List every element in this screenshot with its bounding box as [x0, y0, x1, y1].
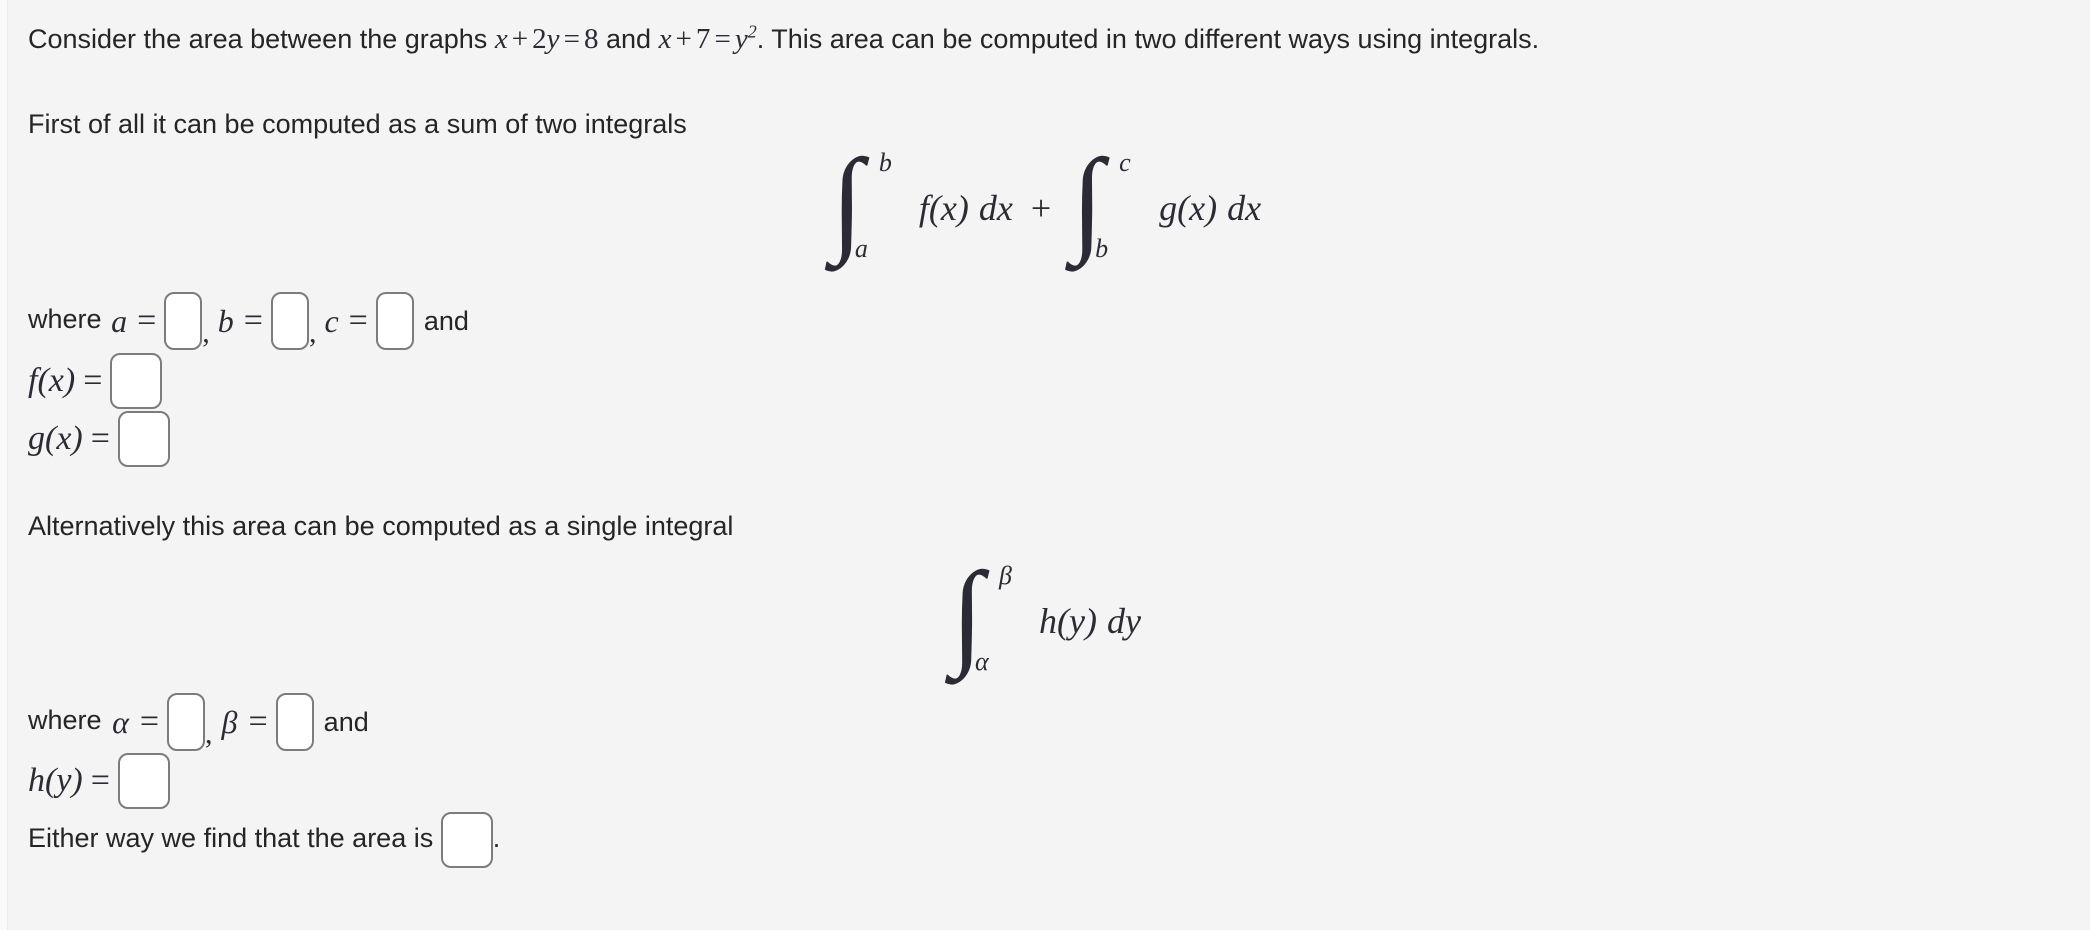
comma-1: , — [202, 316, 210, 349]
symbol-alpha: α — [112, 703, 129, 740]
and-label-2: and — [323, 706, 369, 737]
equals-alpha: = — [139, 703, 160, 740]
input-g-of-x[interactable] — [117, 411, 170, 467]
symbol-a: a — [111, 302, 128, 339]
h-of-y-label: h(y) — [28, 762, 83, 799]
g-of-x-label: g(x) — [28, 420, 83, 457]
input-h-of-y[interactable] — [117, 753, 170, 809]
equation-line1-second: x +7 = y2 — [658, 21, 757, 55]
equation-plus-operator: + — [1030, 188, 1052, 228]
first-method-equation: ∫ b a f(x) dx + ∫ c b g(x) dx — [0, 142, 2090, 270]
equals-g: = — [90, 420, 110, 457]
input-a[interactable] — [164, 292, 203, 350]
where-row-abc: where a =, b =, c = and — [28, 292, 469, 350]
input-b[interactable] — [270, 292, 309, 350]
integral-1: ∫ b a — [829, 142, 913, 270]
symbol-c: c — [324, 302, 339, 339]
integral-1-upper-limit: b — [878, 148, 892, 177]
where-label-2: where — [28, 705, 102, 736]
equals-b: = — [243, 302, 263, 339]
integral-1-integrand: f(x) dx — [918, 188, 1013, 228]
integral-3-integrand: h(y) dy — [1039, 601, 1141, 641]
conclusion-period: . — [492, 823, 501, 854]
where-row-alpha-beta: where α =, β = and — [28, 693, 369, 751]
equals-a: = — [137, 302, 157, 339]
problem-statement-part2: . This area can be computed in two diffe… — [756, 24, 1540, 54]
integral-2-lower-limit: b — [1095, 234, 1109, 263]
f-of-x-label: f(x) — [28, 362, 76, 399]
where-label: where — [28, 304, 102, 335]
input-area-answer[interactable] — [440, 812, 493, 868]
conclusion-text: Either way we find that the area is — [28, 823, 434, 854]
input-alpha[interactable] — [167, 693, 206, 751]
equals-c: = — [348, 302, 368, 339]
integral-3: ∫ β α — [949, 555, 1033, 683]
integral-3-upper-limit: β — [999, 561, 1012, 590]
comma-3: , — [205, 717, 213, 750]
g-of-x-row: g(x) = — [28, 411, 170, 467]
first-method-lead: First of all it can be computed as a sum… — [28, 109, 687, 139]
problem-statement-line: Consider the area between the graphs x +2… — [28, 22, 1539, 57]
equals-h: = — [90, 762, 110, 799]
integral-2-integrand: g(x) dx — [1159, 188, 1262, 228]
equals-beta: = — [248, 703, 268, 740]
input-c[interactable] — [375, 292, 414, 350]
comma-2: , — [308, 316, 317, 349]
integral-1-lower-limit: a — [854, 234, 868, 263]
h-of-y-row: h(y) = — [28, 753, 170, 809]
conclusion-row: Either way we find that the area is . — [28, 812, 500, 868]
f-of-x-row: f(x) = — [28, 353, 163, 409]
problem-statement-part1: Consider the area between the graphs — [28, 24, 488, 54]
input-f-of-x[interactable] — [110, 353, 163, 409]
input-beta[interactable] — [275, 693, 314, 751]
integral-2: ∫ c b — [1069, 142, 1153, 270]
problem-page: Consider the area between the graphs x +2… — [0, 0, 2090, 930]
integral-2-upper-limit: c — [1119, 148, 1131, 177]
equals-f: = — [83, 362, 103, 399]
and-label-1: and — [423, 305, 469, 336]
symbol-beta: β — [221, 703, 238, 740]
equation-line1-first: x +2y = 8 — [494, 23, 599, 55]
symbol-b: b — [217, 302, 234, 339]
second-method-equation: ∫ β α h(y) dy — [0, 555, 2090, 683]
problem-statement-conjunction: and — [606, 24, 652, 54]
second-method-lead: Alternatively this area can be computed … — [28, 511, 734, 541]
integral-3-lower-limit: α — [975, 647, 989, 676]
